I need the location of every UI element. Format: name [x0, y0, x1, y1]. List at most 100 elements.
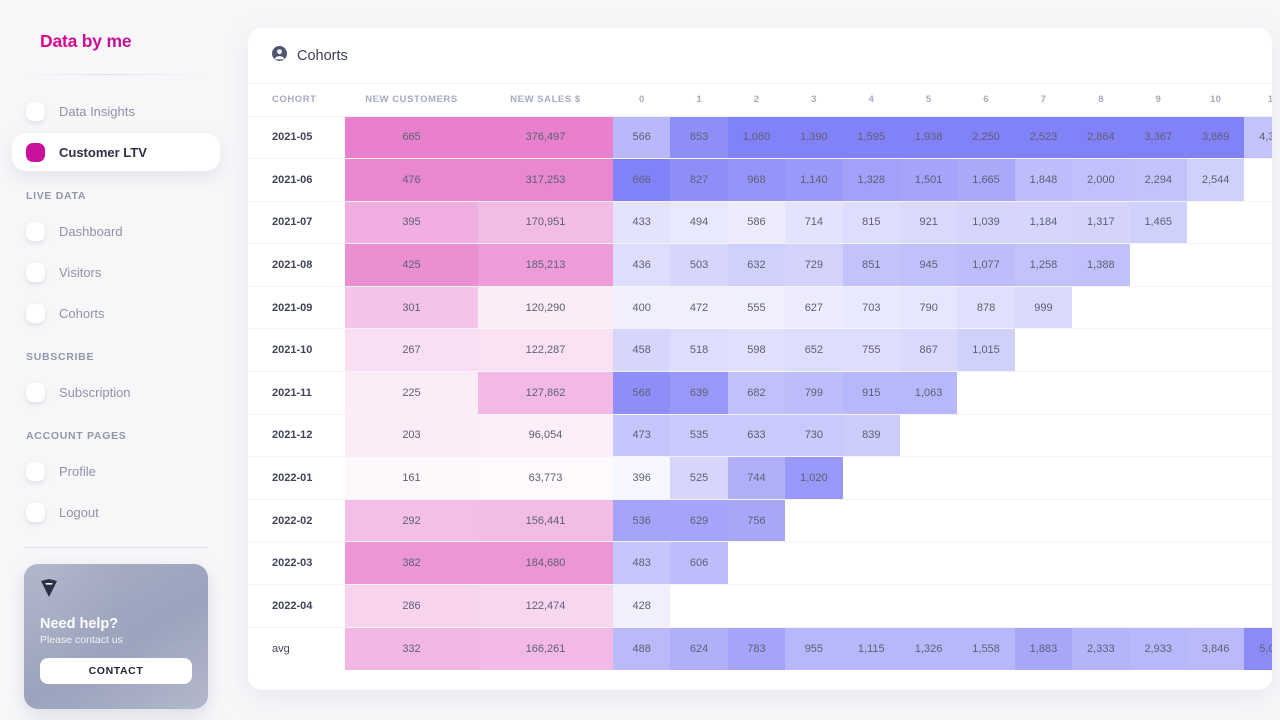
cell-period-5 — [900, 585, 957, 628]
cell-period-5: 1,063 — [900, 372, 957, 415]
cell-period-4 — [843, 542, 900, 585]
cell-period-7 — [1015, 414, 1072, 457]
cell-period-8: 1,317 — [1072, 201, 1129, 244]
cell-period-11: 5,057 — [1244, 627, 1272, 670]
cell-period-11: 4,309 — [1244, 116, 1272, 159]
cell-period-1: 827 — [670, 159, 727, 202]
cell-period-6 — [957, 372, 1014, 415]
cell-period-2: 633 — [728, 414, 785, 457]
main-content: Cohorts COHORTNEW CUSTOMERSNEW SALES $01… — [232, 0, 1280, 720]
sidebar-item-label: Logout — [59, 505, 99, 520]
cell-period-3: 730 — [785, 414, 842, 457]
cell-period-10 — [1187, 201, 1244, 244]
card-header: Cohorts — [248, 28, 1272, 84]
cell-period-1: 503 — [670, 244, 727, 287]
cell-new-sales: 122,287 — [478, 329, 613, 372]
cell-period-2: 756 — [728, 499, 785, 542]
cell-period-3: 714 — [785, 201, 842, 244]
cell-new-customers: 267 — [345, 329, 478, 372]
column-header-new-sales: NEW SALES $ — [478, 84, 613, 116]
active-indicator-icon — [26, 143, 45, 162]
cell-new-sales: 317,253 — [478, 159, 613, 202]
cell-period-1: 629 — [670, 499, 727, 542]
sidebar-nav: Data InsightsCustomer LTV LIVE DATADashb… — [12, 75, 220, 531]
column-header-period-5: 5 — [900, 84, 957, 116]
cell-period-10 — [1187, 372, 1244, 415]
cell-new-sales: 184,680 — [478, 542, 613, 585]
cell-new-customers: 395 — [345, 201, 478, 244]
cell-period-0: 536 — [613, 499, 670, 542]
cell-period-2: 586 — [728, 201, 785, 244]
cell-period-0: 666 — [613, 159, 670, 202]
table-row: 2021-11225127,8625686396827999151,063 — [248, 372, 1272, 415]
cell-period-5: 945 — [900, 244, 957, 287]
cell-period-9 — [1130, 499, 1187, 542]
cell-period-0: 428 — [613, 585, 670, 628]
cell-period-10 — [1187, 414, 1244, 457]
cell-period-3 — [785, 542, 842, 585]
cell-period-0: 483 — [613, 542, 670, 585]
cell-period-10 — [1187, 499, 1244, 542]
cell-period-1: 525 — [670, 457, 727, 500]
cell-period-7: 1,258 — [1015, 244, 1072, 287]
cell-period-8: 2,000 — [1072, 159, 1129, 202]
contact-button[interactable]: CONTACT — [40, 658, 192, 684]
cell-period-11 — [1244, 542, 1272, 585]
cell-period-11 — [1244, 329, 1272, 372]
column-header-new-customers: NEW CUSTOMERS — [345, 84, 478, 116]
cell-period-9 — [1130, 414, 1187, 457]
cell-period-3 — [785, 585, 842, 628]
cell-new-sales: 156,441 — [478, 499, 613, 542]
cell-period-5 — [900, 542, 957, 585]
cell-period-0: 400 — [613, 286, 670, 329]
cell-period-6: 1,665 — [957, 159, 1014, 202]
cell-period-9 — [1130, 329, 1187, 372]
column-header-period-7: 7 — [1015, 84, 1072, 116]
cell-period-10 — [1187, 329, 1244, 372]
sidebar-item-data-insights[interactable]: Data Insights — [12, 92, 220, 130]
cell-cohort: 2021-08 — [248, 244, 345, 287]
cell-cohort: 2022-04 — [248, 585, 345, 628]
cell-new-sales: 120,290 — [478, 286, 613, 329]
cell-cohort: 2021-10 — [248, 329, 345, 372]
cell-period-9: 3,367 — [1130, 116, 1187, 159]
gem-icon — [40, 578, 58, 598]
cell-new-customers: 665 — [345, 116, 478, 159]
table-row: 2022-0116163,7733965257441,020 — [248, 457, 1272, 500]
cell-period-7 — [1015, 585, 1072, 628]
cell-period-7 — [1015, 372, 1072, 415]
cell-period-5 — [900, 457, 957, 500]
help-title: Need help? — [40, 616, 192, 632]
sidebar-item-label: Subscription — [59, 385, 131, 400]
cell-period-3 — [785, 499, 842, 542]
sidebar-item-cohorts[interactable]: Cohorts — [12, 294, 220, 332]
cell-period-0: 436 — [613, 244, 670, 287]
sidebar-item-visitors[interactable]: Visitors — [12, 253, 220, 291]
cell-period-4: 703 — [843, 286, 900, 329]
cell-period-5: 790 — [900, 286, 957, 329]
sidebar-item-logout[interactable]: Logout — [12, 493, 220, 531]
sidebar-item-profile[interactable]: Profile — [12, 452, 220, 490]
cell-period-10: 2,544 — [1187, 159, 1244, 202]
table-row: 2022-03382184,680483606 — [248, 542, 1272, 585]
cell-period-9: 2,933 — [1130, 627, 1187, 670]
table-row: 2021-06476317,2536668279681,1401,3281,50… — [248, 159, 1272, 202]
cell-new-sales: 185,213 — [478, 244, 613, 287]
table-row: 2022-04286122,474428 — [248, 585, 1272, 628]
cell-cohort: 2022-02 — [248, 499, 345, 542]
sidebar-item-customer-ltv[interactable]: Customer LTV — [12, 133, 220, 171]
sidebar-item-subscription[interactable]: Subscription — [12, 373, 220, 411]
cell-period-6: 2,250 — [957, 116, 1014, 159]
table-row: 2021-09301120,29040047255562770379087899… — [248, 286, 1272, 329]
cell-period-7: 999 — [1015, 286, 1072, 329]
cell-period-10 — [1187, 286, 1244, 329]
cell-period-3: 1,390 — [785, 116, 842, 159]
cell-cohort: 2021-05 — [248, 116, 345, 159]
cell-period-8: 2,333 — [1072, 627, 1129, 670]
cell-period-10 — [1187, 585, 1244, 628]
sidebar-item-dashboard[interactable]: Dashboard — [12, 212, 220, 250]
table-row: 2022-02292156,441536629756 — [248, 499, 1272, 542]
sidebar-section-title: SUBSCRIBE — [12, 335, 220, 370]
cell-period-4 — [843, 499, 900, 542]
cell-period-3: 1,140 — [785, 159, 842, 202]
